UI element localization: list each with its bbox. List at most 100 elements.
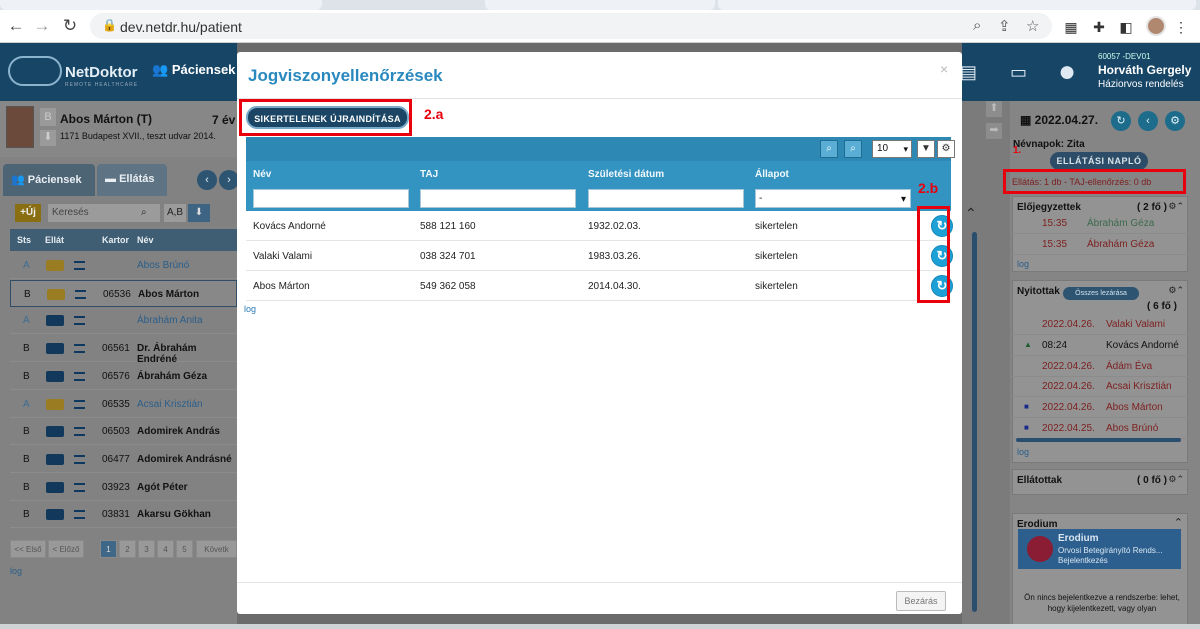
pager-prev[interactable]: < Előző [48,540,84,558]
tab-patients[interactable]: 👥 Páciensek [3,164,95,196]
table-row[interactable]: A Ábrahám Anita [10,307,237,335]
browser-menu-icon[interactable]: ⋮ [1172,18,1190,36]
folder-icon[interactable] [46,426,64,438]
erodium-login[interactable]: Bejelentkezés [1058,556,1108,565]
new-patient-button[interactable]: +Új [15,204,41,222]
bezaras-button[interactable]: Bezárás [896,591,946,611]
table-row[interactable]: A 06535 Acsai Krisztián [10,391,237,418]
col-nev[interactable]: Név [253,169,271,180]
erodium-login-card[interactable]: Erodium Orvosi Betegirányító Rends... Be… [1018,529,1181,569]
chevron-left-icon[interactable]: ‹ [197,170,217,190]
szul-filter-input[interactable] [588,189,744,208]
gear-icon[interactable]: ⚙ [1165,111,1185,131]
table-row[interactable]: Valaki Valami 038 324 701 1983.03.26. siker… [246,241,953,271]
pager-page-5[interactable]: 5 [176,540,193,558]
table-row[interactable]: Abos Márton 549 362 058 2014.04.30. sikerte… [246,271,953,301]
gear-icon[interactable]: ⚙⌃ [1168,474,1184,485]
list-icon[interactable] [74,427,85,437]
list-icon[interactable] [74,344,85,354]
arrow-down-icon[interactable]: ⬇ [40,130,56,146]
list-icon[interactable] [74,482,85,492]
pager-page-3[interactable]: 3 [138,540,155,558]
forward-icon[interactable]: → [30,14,54,38]
folder-icon[interactable] [46,315,64,327]
nyitott-row[interactable]: ■ 2022.04.25. Abos Brúnó [1012,418,1188,439]
log-link[interactable]: log [1017,447,1029,457]
refresh-icon[interactable]: ↻ [1111,111,1131,131]
left-log-link[interactable]: log [10,566,22,576]
back-icon[interactable]: ← [4,14,28,38]
profile-avatar[interactable] [1146,16,1166,36]
table-row[interactable]: A Abos Brúnó [10,252,237,279]
col-ellat[interactable]: Ellát [45,235,64,245]
header-menu-patients[interactable]: 👥 Páciensek [152,62,235,78]
chevron-up-icon[interactable]: ⌃ [965,205,977,222]
list-icon[interactable] [74,316,85,326]
sidepanel-icon[interactable]: ◧ [1117,18,1135,36]
table-row[interactable]: Kovács Andorné 588 121 160 1932.02.03. sike… [246,211,953,241]
table-row[interactable]: B 03923 Agót Péter [10,474,237,501]
list-icon[interactable] [74,261,85,270]
nev-filter-input[interactable] [253,189,409,208]
col-nev[interactable]: Név [137,235,154,245]
browser-tab[interactable] [0,0,322,10]
table-row[interactable]: B 06503 Adomirek András [10,418,237,446]
arrow-right-icon[interactable]: ➡ [986,123,1002,139]
col-szuletesi-datum[interactable]: Születési dátum [588,169,664,180]
zoom-icon[interactable]: ⌕ [973,17,981,34]
nyitott-row[interactable]: ▲ 08:24 Kovács Andorné [1012,335,1188,356]
chat-icon[interactable]: ▭ [1010,62,1027,83]
restart-failed-button[interactable]: SIKERTELENEK ÚJRAINDÍTÁSA [246,106,409,129]
browser-tab[interactable] [718,0,1196,10]
netdoktor-logo[interactable]: NetDoktor REMOTE HEALTHCARE [8,56,158,90]
list-icon[interactable] [74,399,85,409]
folder-icon[interactable] [46,370,64,382]
nyitott-row[interactable]: 2022.04.26. Ádám Éva [1012,356,1188,377]
folder-icon[interactable] [46,481,64,493]
ellatas-status-highlight[interactable]: Ellátás: 1 db - TAJ-ellenőrzés: 0 db [1003,169,1186,194]
table-row[interactable]: B 03831 Akarsu Gökhan [10,501,237,529]
nyitott-row[interactable]: ■ 2022.04.26. Abos Márton [1012,397,1188,419]
list-icon[interactable] [74,510,85,520]
nyitott-row[interactable]: 2022.04.26. Acsai Krisztián [1012,376,1188,398]
log-link[interactable]: log [1017,259,1029,269]
elojegyzett-row[interactable]: 15:35 Ábrahám Géza [1012,234,1188,255]
search-icon[interactable]: ⌕ [141,204,155,222]
address-bar[interactable]: 🔒 dev.netdr.hu/patient ⌕ ⇪ ☆ [90,13,1052,39]
folder-icon[interactable] [46,398,64,410]
pager-next[interactable]: Követk [196,540,237,558]
extensions-puzzle-icon[interactable]: ✚ [1090,18,1108,36]
close-all-button[interactable]: Összes lezárása [1063,287,1139,300]
elojegyzett-row[interactable]: 15:35 Ábrahám Géza [1012,213,1188,234]
chevron-up-icon[interactable]: ⌃ [1174,516,1183,529]
gear-icon[interactable]: ⚙⌃ [1168,201,1184,212]
reload-icon[interactable]: ↻ [58,14,82,38]
clipboard-icon[interactable]: ▤ [960,62,977,83]
table-row[interactable]: B 06576 Ábrahám Géza [10,363,237,390]
close-icon[interactable]: × [940,61,948,77]
filter-icon[interactable]: ▼ [917,140,935,158]
gear-icon[interactable]: ⚙⌃ [1168,285,1184,296]
list-icon[interactable] [74,454,85,464]
col-kartor[interactable]: Kartor [102,235,129,245]
folder-icon[interactable] [46,453,64,465]
zoom-out-icon[interactable]: ⌕ [844,140,862,158]
ellatasi-naplo-button[interactable]: ELLÁTÁSI NAPLÓ [1050,152,1148,170]
status-filter-select[interactable]: - ▾ [755,189,911,208]
page-size-select[interactable]: 10 ▾ [872,140,912,158]
folder-icon[interactable] [46,343,64,355]
arrow-up-icon[interactable]: ⬆ [986,101,1002,117]
pager-page-4[interactable]: 4 [157,540,174,558]
pager-page-1[interactable]: 1 [100,540,117,558]
browser-tab[interactable] [485,0,715,10]
col-sts[interactable]: Sts [17,235,31,245]
pager-first[interactable]: << Első [10,540,46,558]
user-avatar-icon[interactable]: ● [1058,55,1076,89]
chevron-right-icon[interactable]: › [219,170,239,190]
tab-ellatas[interactable]: ▬ Ellátás [97,164,167,196]
nyitott-row[interactable]: 2022.04.26. Valaki Valami [1012,314,1188,335]
user-info[interactable]: 60057 -DEV01 Horváth Gergely Háziorvos r… [1098,52,1191,90]
zoom-in-icon[interactable]: ⌕ [820,140,838,158]
col-allapot[interactable]: Állapot [755,169,789,180]
scrollbar[interactable] [972,232,977,612]
